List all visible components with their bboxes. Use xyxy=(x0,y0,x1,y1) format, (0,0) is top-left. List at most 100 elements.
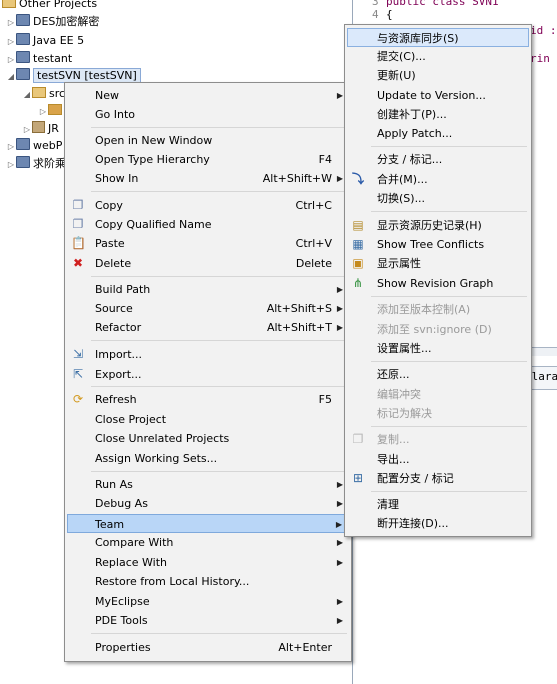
expand-arrow-icon[interactable]: ▷ xyxy=(6,157,16,173)
menu-item-commit[interactable]: 提交(C)... xyxy=(347,47,529,66)
expand-arrow-icon[interactable]: ▷ xyxy=(38,104,48,120)
tree-item-label: webP xyxy=(33,139,63,152)
submenu-arrow-icon: ▶ xyxy=(336,480,343,489)
project-icon xyxy=(16,33,30,45)
expand-arrow-icon[interactable]: ▷ xyxy=(6,34,16,50)
code-line: rin xyxy=(530,52,550,65)
menu-item-properties[interactable]: Properties Alt+Enter xyxy=(67,638,349,657)
tree-item-label: Java EE 5 xyxy=(33,34,85,47)
menu-separator xyxy=(91,127,347,128)
menu-item-delete[interactable]: ✖ Delete Delete xyxy=(67,254,349,273)
import-icon: ⇲ xyxy=(72,347,84,361)
project-icon xyxy=(16,156,30,168)
menu-item-close-unrelated[interactable]: Close Unrelated Projects xyxy=(67,429,349,448)
library-icon xyxy=(32,121,45,133)
menu-item-show-revision-graph[interactable]: ⋔ Show Revision Graph xyxy=(347,274,529,293)
menu-item-update-to-version[interactable]: Update to Version... xyxy=(347,86,529,105)
menu-item-refactor[interactable]: Refactor Alt+Shift+T ▶ xyxy=(67,318,349,337)
menu-item-open-type-hierarchy[interactable]: Open Type Hierarchy F4 xyxy=(67,150,349,169)
menu-item-new[interactable]: New ▶ xyxy=(67,86,349,105)
menu-item-configure-branches[interactable]: ⊞ 配置分支 / 标记 xyxy=(347,469,529,488)
collapse-arrow-icon[interactable]: ◢ xyxy=(22,87,32,103)
menu-item-replace-with[interactable]: Replace With ▶ xyxy=(67,553,349,572)
menu-item-revert[interactable]: 还原... xyxy=(347,365,529,384)
menu-separator xyxy=(91,386,347,387)
menu-item-show-in[interactable]: Show In Alt+Shift+W ▶ xyxy=(67,169,349,188)
menu-item-update[interactable]: 更新(U) xyxy=(347,66,529,85)
menu-item-show-history[interactable]: ▤ 显示资源历史记录(H) xyxy=(347,216,529,235)
delete-icon: ✖ xyxy=(72,256,84,270)
tree-item-factorial[interactable]: ▷ 求阶乘 xyxy=(6,156,66,172)
expand-arrow-icon[interactable]: ▷ xyxy=(6,52,16,68)
tree-item-jre[interactable]: ▷ JR xyxy=(22,121,59,137)
project-icon xyxy=(16,14,30,26)
menu-item-show-tree-conflicts[interactable]: ▦ Show Tree Conflicts xyxy=(347,235,529,254)
export-icon: ⇱ xyxy=(72,367,84,381)
tree-item-src[interactable]: ◢ src xyxy=(22,86,65,102)
configure-branches-icon: ⊞ xyxy=(352,471,364,485)
menu-item-open-new-window[interactable]: Open in New Window xyxy=(67,131,349,150)
menu-item-team[interactable]: Team ▶ xyxy=(67,514,349,533)
tree-item-javaee5[interactable]: ▷ Java EE 5 xyxy=(6,33,84,49)
menu-item-mark-resolved[interactable]: 标记为解决 xyxy=(347,404,529,423)
menu-separator xyxy=(91,340,347,341)
project-icon xyxy=(16,138,30,150)
menu-item-synchronize[interactable]: 与资源库同步(S) xyxy=(347,28,529,47)
tree-item-label: DES加密解密 xyxy=(33,15,100,28)
menu-item-go-into[interactable]: Go Into xyxy=(67,105,349,124)
tree-item-des[interactable]: ▷ DES加密解密 xyxy=(6,14,99,30)
menu-item-apply-patch[interactable]: Apply Patch... xyxy=(347,124,529,143)
collapse-arrow-icon[interactable]: ◢ xyxy=(6,69,16,85)
menu-item-assign-working-sets[interactable]: Assign Working Sets... xyxy=(67,449,349,468)
tree-item-webp[interactable]: ▷ webP xyxy=(6,138,62,154)
menu-item-disconnect[interactable]: 断开连接(D)... xyxy=(347,514,529,533)
menu-item-export[interactable]: 导出... xyxy=(347,450,529,469)
tree-item-testant[interactable]: ▷ testant xyxy=(6,51,72,67)
submenu-arrow-icon: ▶ xyxy=(336,285,343,294)
source-folder-icon xyxy=(32,87,46,98)
menu-item-compare-with[interactable]: Compare With ▶ xyxy=(67,533,349,552)
menu-item-refresh[interactable]: ⟳ Refresh F5 xyxy=(67,390,349,409)
menu-item-copy-qualified-name[interactable]: ❐ Copy Qualified Name xyxy=(67,215,349,234)
submenu-arrow-icon: ▶ xyxy=(336,91,343,100)
menu-item-set-property[interactable]: 设置属性... xyxy=(347,339,529,358)
history-icon: ▤ xyxy=(352,218,364,232)
menu-item-export[interactable]: ⇱ Export... xyxy=(67,365,349,384)
expand-arrow-icon[interactable]: ▷ xyxy=(6,139,16,155)
menu-item-add-to-version-control[interactable]: 添加至版本控制(A) xyxy=(347,300,529,319)
menu-item-close-project[interactable]: Close Project xyxy=(67,410,349,429)
tree-item-label: testSVN [testSVN] xyxy=(33,68,141,83)
menu-item-show-properties[interactable]: ▣ 显示属性 xyxy=(347,254,529,273)
menu-item-pde-tools[interactable]: PDE Tools ▶ xyxy=(67,611,349,630)
menu-item-create-patch[interactable]: 创建补丁(P)... xyxy=(347,105,529,124)
menu-separator xyxy=(371,361,527,362)
menu-item-build-path[interactable]: Build Path ▶ xyxy=(67,280,349,299)
menu-item-copy[interactable]: ❐ Copy Ctrl+C xyxy=(67,196,349,215)
menu-item-source[interactable]: Source Alt+Shift+S ▶ xyxy=(67,299,349,318)
line-number: 4 xyxy=(372,8,379,21)
menu-item-import[interactable]: ⇲ Import... xyxy=(67,345,349,364)
tree-item-other-projects[interactable]: Other Projects xyxy=(2,0,97,12)
menu-item-restore-local-history[interactable]: Restore from Local History... xyxy=(67,572,349,591)
menu-item-debug-as[interactable]: Debug As ▶ xyxy=(67,494,349,513)
menu-item-run-as[interactable]: Run As ▶ xyxy=(67,475,349,494)
expand-arrow-icon[interactable]: ▷ xyxy=(22,122,32,138)
menu-item-cleanup[interactable]: 清理 xyxy=(347,495,529,514)
menu-item-myeclipse[interactable]: MyEclipse ▶ xyxy=(67,592,349,611)
submenu-arrow-icon: ▶ xyxy=(336,323,343,332)
menu-item-add-to-svn-ignore[interactable]: 添加至 svn:ignore (D) xyxy=(347,320,529,339)
properties-icon: ▣ xyxy=(352,256,364,270)
menu-item-paste[interactable]: 📋 Paste Ctrl+V xyxy=(67,234,349,253)
submenu-arrow-icon: ▶ xyxy=(336,558,343,567)
menu-item-copy[interactable]: ❐ 复制... xyxy=(347,430,529,449)
menu-item-edit-conflicts[interactable]: 编辑冲突 xyxy=(347,385,529,404)
merge-icon: ⤵ xyxy=(351,172,364,186)
submenu-arrow-icon: ▶ xyxy=(336,174,343,183)
menu-separator xyxy=(371,426,527,427)
menu-item-switch[interactable]: 切换(S)... xyxy=(347,189,529,208)
menu-separator xyxy=(91,471,347,472)
menu-item-branch-tag[interactable]: 分支 / 标记... xyxy=(347,150,529,169)
menu-item-merge[interactable]: ⤵ 合并(M)... xyxy=(347,170,529,189)
expand-arrow-icon[interactable]: ▷ xyxy=(6,15,16,31)
submenu-arrow-icon: ▶ xyxy=(336,304,343,313)
